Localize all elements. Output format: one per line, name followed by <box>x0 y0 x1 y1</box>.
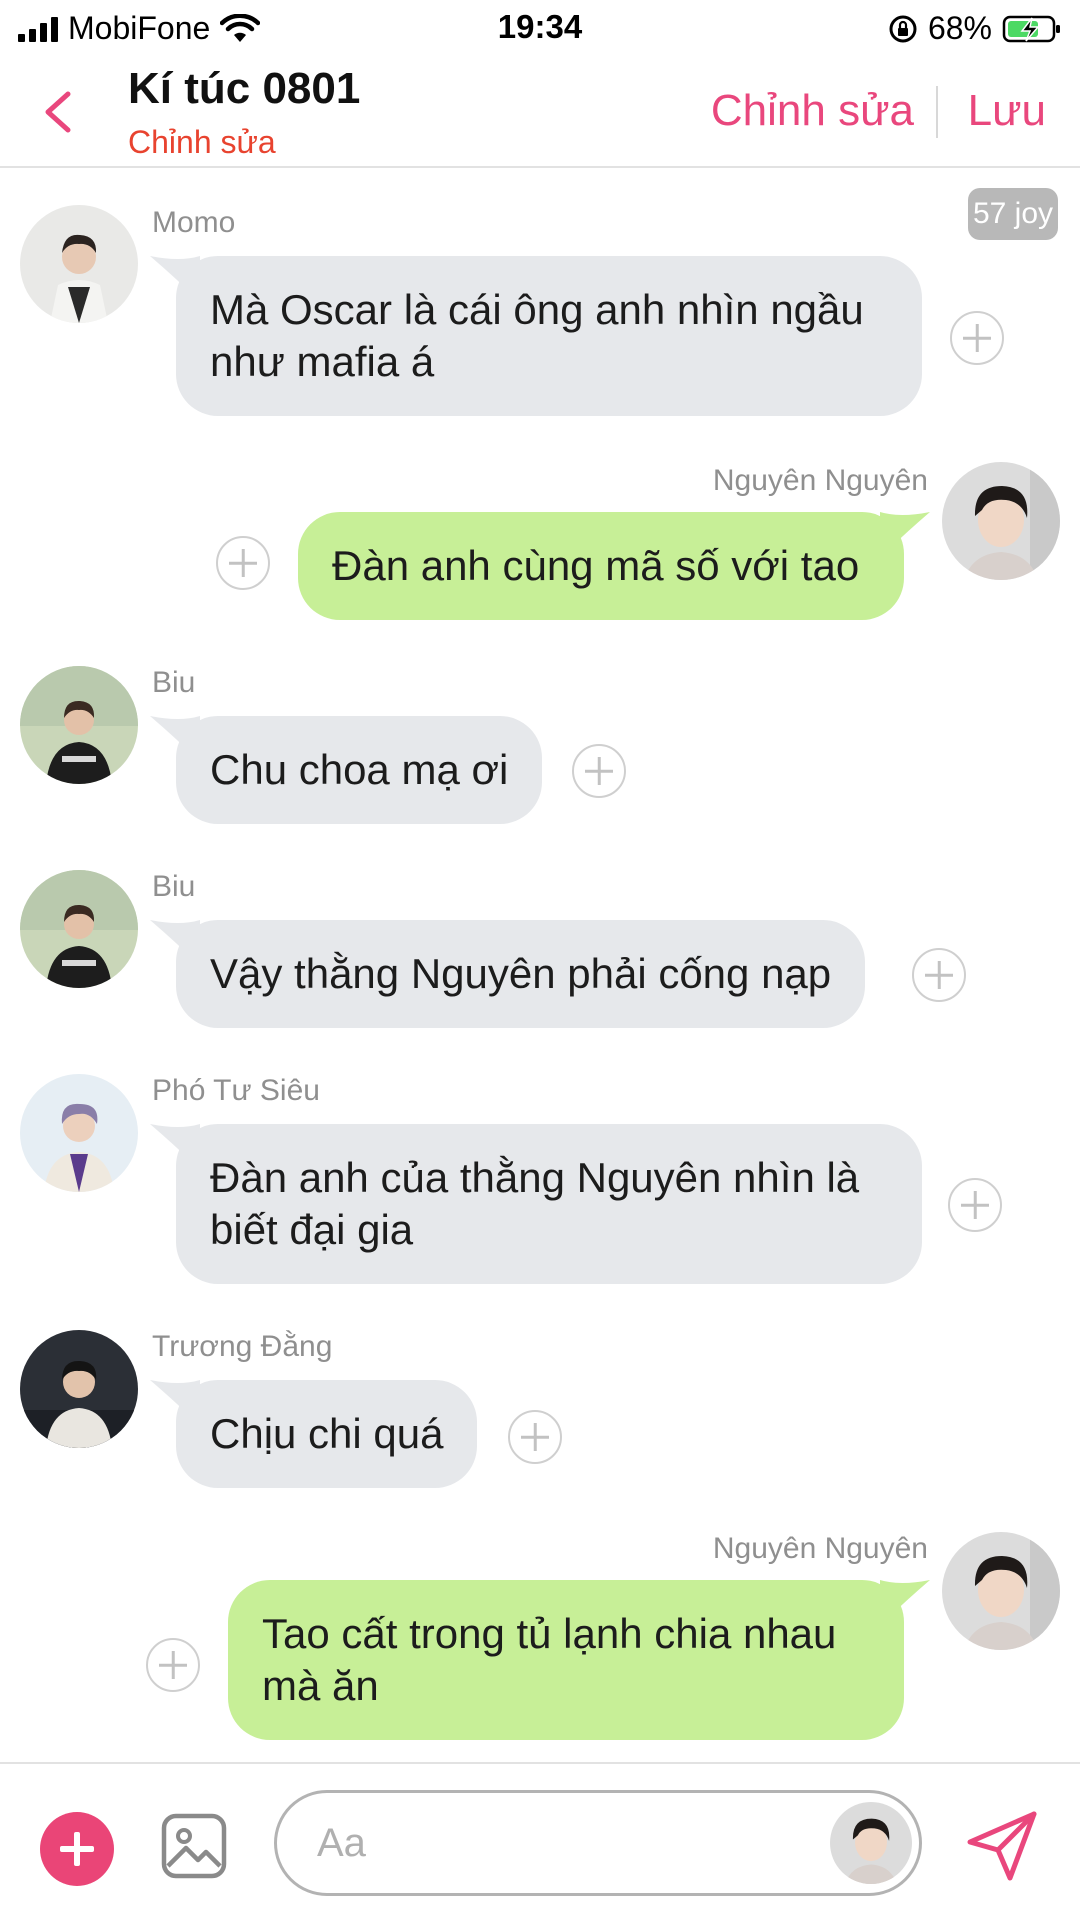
message-text: Chu choa mạ ơi <box>210 746 509 793</box>
message-item: Momo Mà Oscar là cái ông anh nhìn ngầu n… <box>0 168 1080 418</box>
status-right: 68% <box>888 10 1062 47</box>
save-button[interactable]: Lưu <box>968 86 1046 136</box>
react-add-button[interactable] <box>146 1638 200 1692</box>
bubble-tail <box>150 1124 200 1170</box>
message-bubble[interactable]: Tao cất trong tủ lạnh chia nhau mà ăn <box>228 1580 930 1740</box>
react-add-button[interactable] <box>912 948 966 1002</box>
message-bubble[interactable]: Mà Oscar là cái ông anh nhìn ngầu như ma… <box>150 256 922 416</box>
react-add-button[interactable] <box>948 1178 1002 1232</box>
image-gallery-icon[interactable] <box>160 1812 228 1880</box>
avatar-truong-dang[interactable] <box>20 1330 138 1448</box>
message-item: Trương Đằng Chịu chi quá <box>0 1312 1080 1492</box>
sender-name: Phó Tư Siêu <box>152 1074 320 1107</box>
message-item: Nguyên Nguyên Đàn anh cùng mã số với tao <box>0 440 1080 620</box>
message-text: Đàn anh cùng mã số với tao <box>332 542 860 589</box>
message-bubble[interactable]: Chu choa mạ ơi <box>150 716 543 824</box>
message-input[interactable] <box>274 1790 922 1896</box>
battery-charging-icon <box>1002 15 1060 42</box>
react-add-button[interactable] <box>572 744 626 798</box>
sender-name: Trương Đằng <box>152 1330 333 1363</box>
message-text: Đàn anh của thằng Nguyên nhìn là biết đạ… <box>210 1154 860 1253</box>
message-item: Nguyên Nguyên Tao cất trong tủ lạnh chia… <box>0 1514 1080 1754</box>
header-divider <box>936 86 938 138</box>
bubble-tail <box>150 256 200 302</box>
sender-name: Nguyên Nguyên <box>712 1532 928 1565</box>
sender-name: Biu <box>152 870 196 903</box>
rotation-lock-icon <box>889 15 917 42</box>
composer-avatar[interactable] <box>830 1802 912 1884</box>
bubble-tail <box>150 920 200 966</box>
avatar-biu[interactable] <box>20 870 138 988</box>
message-item: Biu Vậy thằng Nguyên phải cống nạp <box>0 852 1080 1032</box>
message-bubble[interactable]: Đàn anh của thằng Nguyên nhìn là biết đạ… <box>150 1124 922 1284</box>
chat-title: Kí túc 0801 <box>128 64 361 113</box>
message-item: Phó Tư Siêu Đàn anh của thằng Nguyên nhì… <box>0 1056 1080 1296</box>
chat-header: Kí túc 0801 Chỉnh sửa Chỉnh sửa Lưu <box>0 56 1080 168</box>
message-bubble[interactable]: Vậy thằng Nguyên phải cống nạp <box>150 920 866 1028</box>
status-bar: MobiFone 19:34 68% <box>0 0 1080 56</box>
sender-name: Momo <box>152 206 236 239</box>
avatar-momo[interactable] <box>20 205 138 323</box>
avatar-nguyen[interactable] <box>942 1532 1060 1650</box>
chat-subtitle-edit[interactable]: Chỉnh sửa <box>128 124 276 161</box>
bubble-tail <box>150 716 200 762</box>
message-bubble[interactable]: Chịu chi quá <box>150 1380 478 1488</box>
message-item: Biu Chu choa mạ ơi <box>0 648 1080 828</box>
message-text: Vậy thằng Nguyên phải cống nạp <box>210 950 832 997</box>
composer-bar <box>0 1762 1080 1920</box>
react-add-button[interactable] <box>508 1410 562 1464</box>
add-attachment-button[interactable] <box>40 1812 114 1886</box>
sender-name: Biu <box>152 666 196 699</box>
bubble-tail <box>150 1380 200 1426</box>
avatar-pho-tu-sieu[interactable] <box>20 1074 138 1192</box>
message-bubble[interactable]: Đàn anh cùng mã số với tao <box>298 512 930 620</box>
send-icon[interactable] <box>964 1808 1040 1884</box>
react-add-button[interactable] <box>216 536 270 590</box>
edit-button[interactable]: Chỉnh sửa <box>711 86 914 136</box>
bubble-tail <box>880 512 930 558</box>
react-add-button[interactable] <box>950 311 1004 365</box>
sender-name: Nguyên Nguyên <box>712 464 928 497</box>
message-text: Tao cất trong tủ lạnh chia nhau mà ăn <box>262 1610 837 1709</box>
bubble-tail <box>880 1580 930 1626</box>
message-text: Mà Oscar là cái ông anh nhìn ngầu như ma… <box>210 286 864 385</box>
avatar-biu[interactable] <box>20 666 138 784</box>
back-chevron-icon[interactable] <box>36 84 80 140</box>
battery-percent: 68% <box>927 10 992 46</box>
message-text: Chịu chi quá <box>210 1410 444 1457</box>
avatar-nguyen[interactable] <box>942 462 1060 580</box>
